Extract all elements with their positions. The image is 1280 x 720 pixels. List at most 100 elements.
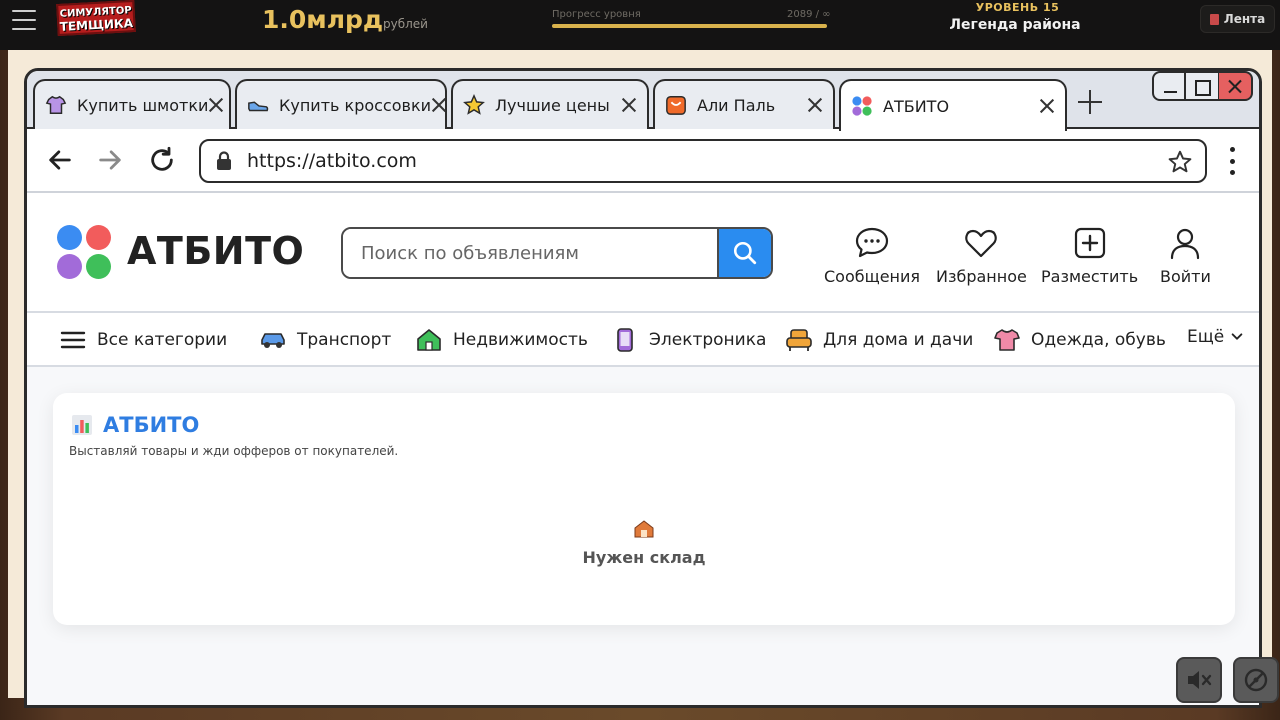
tab-close-icon[interactable] [807, 97, 823, 113]
shopping-bag-icon [665, 94, 687, 116]
reload-icon[interactable] [147, 145, 177, 175]
category-label: Электроника [649, 330, 767, 350]
atbito-logo-icon[interactable] [57, 225, 113, 281]
sneaker-icon [247, 94, 269, 116]
category-label: Транспорт [297, 330, 392, 350]
login-button[interactable]: Войти [1160, 225, 1211, 286]
category-all[interactable]: Все категории [59, 327, 227, 353]
tab-strip: Купить шмотки Купить кроссовки Лучшие це… [27, 71, 1259, 131]
level-progress-value: 2089 / ∞ [787, 9, 831, 20]
tab-ali-pal[interactable]: Али Паль [653, 79, 835, 129]
messages-button[interactable]: Сообщения [824, 225, 920, 286]
feed-button-label: Лента [1223, 12, 1266, 26]
card-title-text: АТБИТО [103, 413, 200, 437]
tab-label: Али Паль [697, 95, 776, 115]
level-name: Легенда района [949, 17, 1081, 33]
star-icon [463, 94, 485, 116]
chat-bubble-icon [855, 227, 889, 258]
atbito-card: АТБИТО Выставляй товары и жди офферов от… [53, 393, 1235, 625]
tab-label: Купить кроссовки [279, 95, 432, 115]
category-electronics[interactable]: Электроника [611, 327, 766, 353]
tab-label: Купить шмотки [77, 95, 209, 115]
tab-close-icon[interactable] [621, 97, 637, 113]
messages-label: Сообщения [824, 267, 921, 286]
post-ad-button[interactable]: Разместить [1041, 225, 1138, 286]
atbito-site: АТБИТО Сообщения Избранное Разместить Во… [27, 193, 1259, 705]
armchair-icon [786, 329, 812, 351]
tshirt-icon [994, 329, 1020, 351]
money-amount: 1.0млрд [262, 5, 384, 34]
address-bar[interactable] [199, 139, 1207, 183]
favorites-label: Избранное [936, 267, 1027, 286]
category-label: Недвижимость [453, 330, 588, 350]
browser-window: Купить шмотки Купить кроссовки Лучшие це… [24, 68, 1262, 708]
warehouse-icon [634, 520, 654, 538]
level-title: УРОВЕНЬ 15 [975, 1, 1060, 14]
new-tab-icon[interactable] [1077, 89, 1103, 115]
level-progress-label: Прогресс уровня [552, 9, 641, 20]
lock-icon [217, 151, 231, 170]
money-unit: рублей [383, 17, 428, 31]
user-icon [1171, 228, 1200, 260]
search-button[interactable] [717, 229, 771, 277]
url-input[interactable] [247, 150, 1127, 172]
feed-icon [1209, 13, 1219, 25]
game-logo-line2: ТЕМЩИКА [59, 16, 134, 34]
browser-menu-icon[interactable] [1227, 147, 1237, 175]
category-label: Все категории [97, 330, 228, 350]
site-brand[interactable]: АТБИТО [127, 229, 304, 273]
search-input[interactable] [343, 229, 717, 277]
search-icon [733, 241, 757, 265]
category-more[interactable]: Ещё [1187, 327, 1244, 347]
mute-speaker-icon [1188, 671, 1212, 689]
tab-buy-sneakers[interactable]: Купить кроссовки [235, 79, 447, 129]
bar-chart-icon [72, 415, 92, 435]
login-label: Войти [1160, 267, 1211, 286]
level-progress-fill [552, 24, 827, 28]
settings-button[interactable] [1233, 657, 1279, 703]
empty-state-text: Нужен склад [582, 548, 706, 567]
car-icon [261, 333, 285, 348]
post-ad-label: Разместить [1041, 267, 1139, 286]
forward-arrow-icon[interactable] [95, 145, 125, 175]
category-transport[interactable]: Транспорт [259, 327, 391, 353]
level-progress-bar [552, 24, 827, 28]
window-close-icon[interactable] [1219, 71, 1253, 101]
tab-close-icon[interactable] [1039, 98, 1055, 114]
tab-atbito[interactable]: АТБИТО [839, 79, 1067, 131]
chevron-down-icon [1231, 333, 1243, 340]
tab-best-prices[interactable]: Лучшие цены [451, 79, 649, 129]
tshirt-icon [45, 94, 67, 116]
back-arrow-icon[interactable] [45, 145, 75, 175]
house-icon [417, 329, 441, 351]
tab-close-icon[interactable] [431, 97, 447, 113]
tab-label: АТБИТО [883, 96, 950, 116]
category-realty[interactable]: Недвижимость [415, 327, 588, 353]
category-home[interactable]: Для дома и дачи [785, 327, 973, 353]
category-label: Ещё [1187, 327, 1225, 347]
game-hud: СИМУЛЯТОР ТЕМЩИКА 1.0млрд рублей Прогрес… [0, 0, 1280, 50]
minimize-icon[interactable] [1152, 71, 1186, 101]
game-logo: СИМУЛЯТОР ТЕМЩИКА [56, 0, 136, 37]
favorites-button[interactable]: Избранное [936, 225, 1027, 286]
atbito-dots-icon [851, 95, 873, 117]
card-subtitle: Выставляй товары и жди офферов от покупа… [69, 444, 399, 458]
tab-buy-clothes[interactable]: Купить шмотки [33, 79, 231, 129]
hamburger-menu-icon[interactable] [12, 10, 36, 30]
category-label: Для дома и дачи [823, 330, 974, 350]
category-bar: Все категории Транспорт Недвижимость Эле… [27, 311, 1259, 367]
maximize-icon[interactable] [1186, 71, 1220, 101]
category-clothes[interactable]: Одежда, обувь [993, 327, 1166, 353]
card-title: АТБИТО [71, 413, 199, 437]
plus-square-icon [1074, 227, 1105, 259]
sound-toggle-button[interactable] [1176, 657, 1222, 703]
bookmark-star-icon[interactable] [1167, 149, 1193, 175]
empty-state: Нужен склад [53, 520, 1235, 567]
site-search [341, 227, 773, 279]
feed-button[interactable]: Лента [1200, 5, 1275, 33]
tab-close-icon[interactable] [208, 97, 224, 113]
hamburger-icon [60, 331, 86, 349]
heart-icon [965, 229, 998, 258]
compass-icon [1244, 668, 1268, 692]
tab-label: Лучшие цены [495, 95, 610, 115]
